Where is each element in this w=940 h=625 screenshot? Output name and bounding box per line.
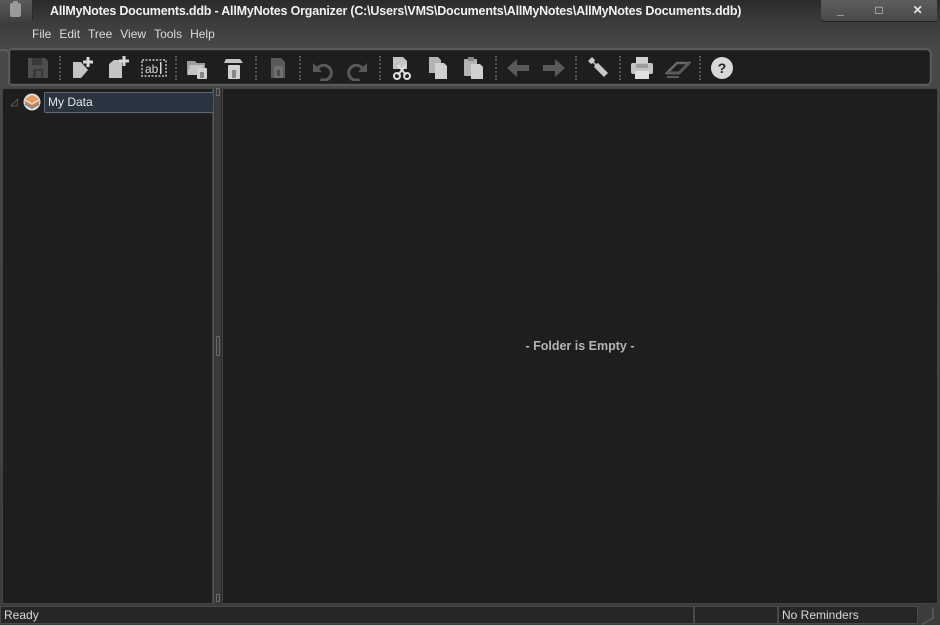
- open-locked-folder-button[interactable]: [182, 53, 214, 83]
- toolbar: ab ?: [8, 48, 932, 86]
- toolbar-separator: [575, 56, 577, 80]
- status-middle-cell: [694, 606, 778, 624]
- settings-button[interactable]: [582, 53, 614, 83]
- menu-help[interactable]: Help: [186, 26, 219, 42]
- save-icon: [28, 58, 48, 78]
- open-folder-lock-icon: [187, 61, 207, 79]
- menu-view[interactable]: View: [116, 26, 150, 42]
- lock-icon: [224, 59, 243, 79]
- cut-icon: [393, 57, 411, 80]
- minimize-button[interactable]: _: [821, 0, 860, 21]
- status-text: Ready: [0, 606, 694, 624]
- splitter-grip-top: [216, 88, 220, 96]
- status-bar: Ready No Reminders: [0, 605, 940, 625]
- close-button[interactable]: ✕: [898, 0, 937, 21]
- tree-item-label[interactable]: My Data: [44, 91, 214, 113]
- menu-file[interactable]: File: [28, 26, 55, 42]
- folder-tree[interactable]: ◿ My Data: [2, 88, 214, 604]
- rename-icon: ab: [141, 59, 167, 77]
- help-button[interactable]: ?: [706, 53, 738, 83]
- toolbar-separator: [619, 56, 621, 80]
- maximize-button[interactable]: □: [860, 0, 899, 21]
- database-stack-icon: [23, 93, 41, 111]
- toolbar-separator: [379, 56, 381, 80]
- copy-button[interactable]: [422, 53, 454, 83]
- tree-item-my-data[interactable]: ◿ My Data: [7, 91, 214, 113]
- undo-button[interactable]: [306, 53, 338, 83]
- lock-document-button[interactable]: [262, 53, 294, 83]
- lock-document-icon: [271, 58, 285, 78]
- app-window: AllMyNotes Documents.ddb - AllMyNotes Or…: [0, 0, 940, 625]
- back-button[interactable]: [502, 53, 534, 83]
- empty-folder-message: - Folder is Empty -: [525, 339, 635, 353]
- new-note-button[interactable]: [102, 53, 134, 83]
- copy-icon: [429, 57, 447, 79]
- menu-tree[interactable]: Tree: [84, 26, 116, 42]
- toolbar-separator: [495, 56, 497, 80]
- resize-grip-icon[interactable]: [918, 606, 938, 624]
- svg-text:ab: ab: [145, 62, 159, 76]
- menu-bar: File Edit Tree View Tools Help: [0, 24, 940, 65]
- lock-button[interactable]: [218, 53, 250, 83]
- pane-splitter[interactable]: [213, 88, 222, 604]
- toolbar-separator: [255, 56, 257, 80]
- toolbar-separator: [299, 56, 301, 80]
- reminders-status[interactable]: No Reminders: [778, 606, 918, 624]
- title-bar[interactable]: AllMyNotes Documents.ddb - AllMyNotes Or…: [0, 0, 940, 24]
- app-menu-icon[interactable]: [0, 0, 33, 22]
- forward-arrow-icon: [543, 59, 565, 77]
- redo-button[interactable]: [342, 53, 374, 83]
- paste-icon: [464, 57, 483, 79]
- window-controls: _ □ ✕: [821, 0, 937, 21]
- scanner-icon: [665, 61, 691, 78]
- menu-tools[interactable]: Tools: [150, 26, 186, 42]
- paste-button[interactable]: [458, 53, 490, 83]
- new-folder-icon: [73, 57, 93, 78]
- toolbar-separator: [175, 56, 177, 80]
- cut-button[interactable]: [386, 53, 418, 83]
- forward-button[interactable]: [538, 53, 570, 83]
- undo-icon: [313, 63, 333, 81]
- wrench-icon: [588, 57, 608, 77]
- redo-icon: [347, 63, 367, 81]
- new-note-icon: [109, 56, 129, 78]
- rename-button[interactable]: ab: [138, 53, 170, 83]
- splitter-grip-bottom: [216, 594, 220, 602]
- svg-text:?: ?: [718, 60, 727, 76]
- scan-button[interactable]: [662, 53, 694, 83]
- expand-toggle-icon[interactable]: ◿: [7, 97, 21, 108]
- toolbar-separator: [59, 56, 61, 80]
- help-icon: ?: [711, 57, 733, 79]
- print-icon: [631, 57, 653, 79]
- new-folder-button[interactable]: [66, 53, 98, 83]
- back-arrow-icon: [507, 59, 529, 77]
- window-title: AllMyNotes Documents.ddb - AllMyNotes Or…: [50, 4, 742, 18]
- content-pane[interactable]: - Folder is Empty -: [222, 88, 938, 604]
- toolbar-separator: [699, 56, 701, 80]
- save-button[interactable]: [22, 53, 54, 83]
- print-button[interactable]: [626, 53, 658, 83]
- splitter-grip[interactable]: [216, 336, 220, 356]
- menu-edit[interactable]: Edit: [55, 26, 84, 42]
